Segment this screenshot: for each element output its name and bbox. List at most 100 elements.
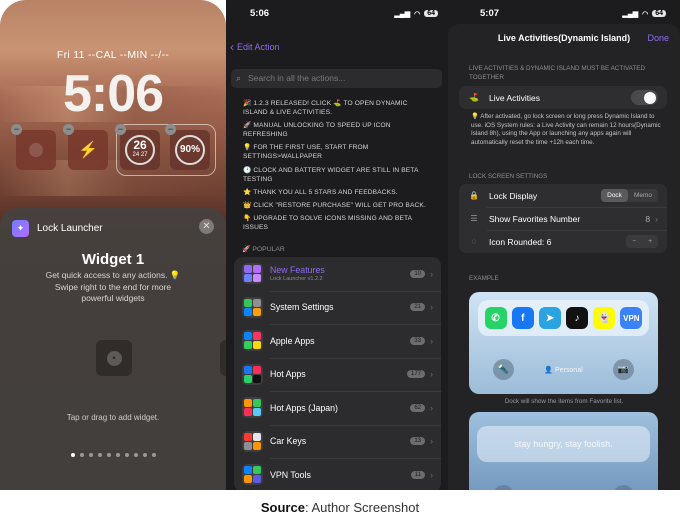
- wifi-icon: ◠: [414, 10, 421, 18]
- count-badge: 21: [410, 303, 425, 312]
- category-row[interactable]: Hot Apps (Japan) 62 ›: [234, 391, 441, 425]
- count-badge: 33: [410, 336, 425, 345]
- dock-example: ✆ f ➤ ♪ 👻 VPN 🔦 👤 Personal 📷: [469, 292, 658, 394]
- wifi-icon: ◠: [642, 10, 649, 18]
- gauge-value: 90%: [179, 144, 200, 155]
- category-app-icons: [242, 296, 263, 318]
- mini-app-icon: [244, 307, 252, 316]
- display-segmented-control[interactable]: Dock Memo: [601, 189, 658, 202]
- rounded-stepper[interactable]: − +: [626, 235, 658, 248]
- live-activities-group: ⛳ Live Activities: [459, 86, 667, 109]
- lock-bottom-bar: 🔦 📷: [493, 485, 634, 490]
- remove-icon[interactable]: −: [115, 124, 126, 135]
- live-activities-row[interactable]: ⛳ Live Activities: [459, 86, 667, 109]
- count-badge: 11: [410, 470, 425, 479]
- category-subtitle: Lock Launcher v1.2.2: [270, 276, 323, 283]
- page-dot[interactable]: [115, 453, 120, 457]
- lock-screen-phone: Fri 11 --CAL --MIN --/-- 5:06 − − ⚡ − 26…: [0, 0, 226, 490]
- chevron-right-icon: ›: [430, 402, 433, 413]
- page-dot[interactable]: [151, 453, 156, 457]
- modal-title: Live Activities(Dynamic Island): [497, 33, 631, 43]
- status-time: 5:06: [250, 8, 270, 19]
- category-title: New Features: [270, 265, 325, 276]
- search-input[interactable]: ⌕ Search in all the actions...: [231, 69, 442, 88]
- remove-icon[interactable]: −: [11, 124, 22, 135]
- status-bar: 5:06 ▂▄▆ ◠ 64: [250, 8, 438, 19]
- release-note: 🚀 MANUAL UNLOCKING TO SPEED UP ICON REFR…: [243, 122, 391, 139]
- page-indicator[interactable]: [0, 453, 226, 457]
- remove-icon[interactable]: −: [165, 124, 176, 135]
- signal-icon: ▂▄▆: [394, 10, 411, 18]
- category-row[interactable]: Car Keys 13 ›: [234, 424, 441, 459]
- category-title: Apple Apps: [270, 335, 315, 346]
- section-header-popular: 🚀 POPULAR: [242, 246, 285, 253]
- release-note: 💡 FOR THE FIRST USE, START FROM SETTINGS…: [243, 144, 369, 161]
- category-title: VPN Tools: [270, 469, 311, 480]
- category-text: New Features Lock Launcher v1.2.2: [270, 265, 410, 282]
- remove-icon[interactable]: −: [63, 124, 74, 135]
- status-time: 5:07: [480, 8, 500, 19]
- category-row[interactable]: VPN Tools 11 ›: [234, 458, 441, 490]
- lock-date: Fri 11 --CAL --MIN --/--: [56, 49, 170, 61]
- count-badge: 62: [410, 403, 425, 412]
- live-activities-toggle[interactable]: [631, 90, 658, 105]
- mini-app-icon: [244, 441, 252, 450]
- segment-dock[interactable]: Dock: [601, 189, 628, 202]
- page-dot[interactable]: [88, 453, 93, 457]
- page-dot[interactable]: [133, 453, 138, 457]
- flashlight-icon: 🔦: [493, 359, 514, 380]
- show-favorites-row[interactable]: ☰ Show Favorites Number 8 ›: [459, 207, 667, 230]
- mini-app-icon: [253, 466, 261, 475]
- dashed-circle-icon: ◌: [471, 237, 477, 246]
- back-button[interactable]: ‹ Edit Action: [230, 40, 280, 54]
- show-favorites-value: 8: [645, 213, 651, 224]
- category-title: Car Keys: [270, 436, 307, 447]
- release-note: 🎉 1.2.3 RELEASED! CLICK ⛳ TO OPEN DYNAMI…: [243, 100, 408, 117]
- page-dot[interactable]: [70, 453, 75, 457]
- page-dot[interactable]: [124, 453, 129, 457]
- signal-icon: ▂▄▆: [622, 10, 639, 18]
- done-button[interactable]: Done: [647, 33, 669, 43]
- flashlight-icon: 🔦: [493, 485, 514, 490]
- chevron-right-icon: ›: [430, 268, 433, 279]
- weather-gauge-widget[interactable]: − 26 24 27: [115, 124, 160, 170]
- mini-app-icon: [253, 408, 261, 417]
- battery-indicator: 64: [424, 10, 438, 17]
- page-dot[interactable]: [79, 453, 84, 457]
- category-row[interactable]: New Features Lock Launcher v1.2.2 10 ›: [234, 257, 441, 291]
- page-dot[interactable]: [97, 453, 102, 457]
- plus-icon[interactable]: +: [642, 235, 658, 248]
- page-dot[interactable]: [142, 453, 147, 457]
- toggle-label: Live Activities: [489, 92, 541, 103]
- category-text: Car Keys: [270, 436, 410, 446]
- example-dock: ✆ f ➤ ♪ 👻 VPN: [478, 300, 649, 336]
- snapchat-icon: 👻: [593, 307, 616, 329]
- figure-caption: Source: Author Screenshot: [0, 500, 680, 515]
- category-row[interactable]: Hot Apps 177 ›: [234, 357, 441, 392]
- category-row[interactable]: Apple Apps 33 ›: [234, 324, 441, 358]
- minus-icon[interactable]: −: [626, 235, 642, 248]
- widget-slot-2[interactable]: − ⚡: [63, 124, 108, 170]
- widget-preview[interactable]: •: [96, 340, 132, 376]
- mini-app-icon: [244, 408, 252, 417]
- category-text: System Settings: [270, 302, 410, 312]
- mini-app-icon: [244, 298, 252, 307]
- search-placeholder: Search in all the actions...: [248, 73, 346, 83]
- battery-gauge-widget[interactable]: − 90%: [165, 124, 210, 170]
- sheet-app-header: ✦ Lock Launcher: [12, 220, 103, 237]
- mini-app-icon: [253, 475, 261, 484]
- close-icon[interactable]: ✕: [199, 219, 214, 234]
- mini-app-icon: [244, 341, 252, 350]
- edit-action-phone: 5:06 ▂▄▆ ◠ 64 ‹ Edit Action ⌕ Search in …: [226, 0, 448, 490]
- chevron-right-icon: ›: [430, 469, 433, 480]
- list-icon: ☰: [470, 214, 478, 223]
- mini-app-icon: [253, 432, 261, 441]
- caption-source: Source: [260, 500, 305, 515]
- settings-header: LOCK SCREEN SETTINGS: [469, 173, 548, 180]
- category-row[interactable]: System Settings 21 ›: [234, 290, 441, 325]
- widget-slot-1[interactable]: −: [11, 124, 56, 170]
- segment-memo[interactable]: Memo: [628, 189, 658, 202]
- lock-time: 5:06: [62, 65, 164, 123]
- mini-app-icon: [244, 475, 252, 484]
- page-dot[interactable]: [106, 453, 111, 457]
